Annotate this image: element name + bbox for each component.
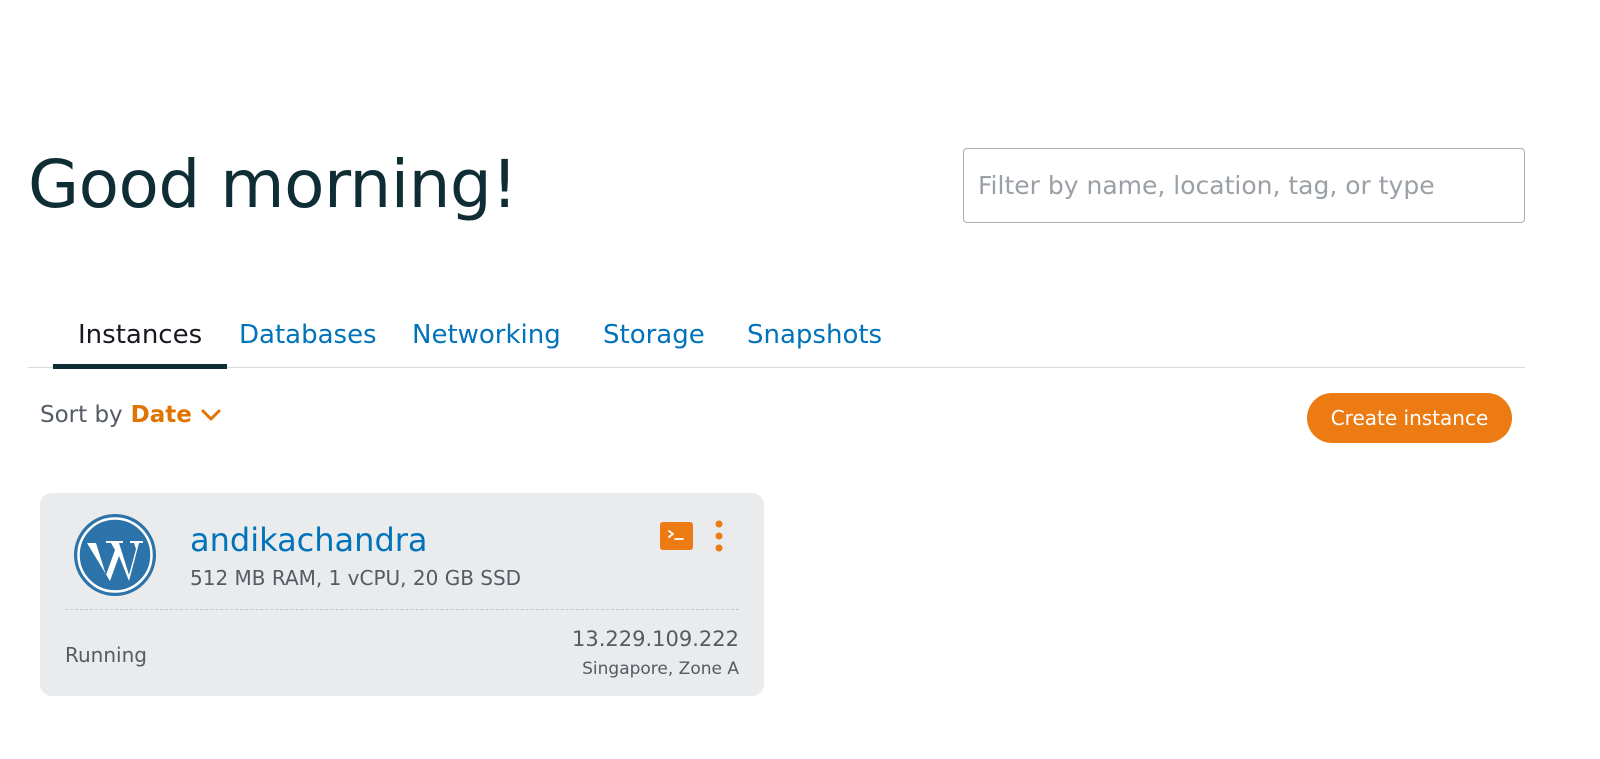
terminal-connect-icon[interactable] <box>660 522 693 550</box>
instance-card: andikachandra 512 MB RAM, 1 vCPU, 20 GB … <box>40 493 764 696</box>
create-instance-button[interactable]: Create instance <box>1307 393 1512 443</box>
instance-name-link[interactable]: andikachandra <box>190 521 428 559</box>
more-actions-icon[interactable] <box>711 520 727 552</box>
instance-ip: 13.229.109.222 <box>572 627 739 651</box>
filter-input[interactable] <box>963 148 1525 223</box>
page-greeting: Good morning! <box>28 146 518 223</box>
tab-instances[interactable]: Instances <box>52 318 228 369</box>
tab-snapshots[interactable]: Snapshots <box>747 318 882 367</box>
wordpress-icon <box>74 514 156 596</box>
tab-databases[interactable]: Databases <box>239 318 377 367</box>
lightsail-home: Good morning! Instances Databases Networ… <box>0 0 1600 759</box>
sort-control: Sort by Date <box>40 402 222 428</box>
instance-location: Singapore, Zone A <box>582 659 739 679</box>
sort-value-dropdown[interactable]: Date <box>131 402 192 428</box>
instance-status: Running <box>65 643 147 667</box>
tab-storage[interactable]: Storage <box>603 318 705 367</box>
resource-tabs: Instances Databases Networking Storage S… <box>28 318 1525 369</box>
sort-label: Sort by <box>40 402 123 428</box>
instance-specs: 512 MB RAM, 1 vCPU, 20 GB SSD <box>190 566 522 590</box>
card-divider <box>65 609 739 610</box>
chevron-down-icon[interactable] <box>200 404 222 426</box>
tab-networking[interactable]: Networking <box>412 318 561 367</box>
